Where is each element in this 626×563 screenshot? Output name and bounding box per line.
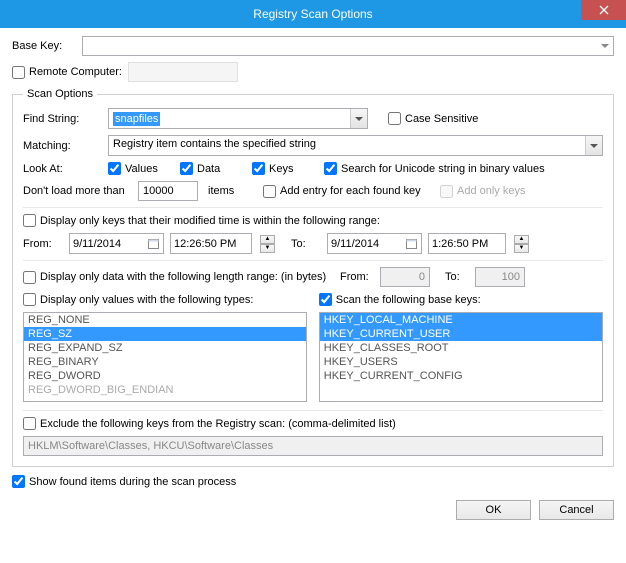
from-time-picker[interactable]: 12:26:50 PM	[170, 233, 252, 254]
values-checkbox[interactable]	[108, 162, 121, 175]
calendar-icon[interactable]	[146, 237, 160, 251]
list-item[interactable]: REG_SZ	[24, 327, 306, 341]
close-icon	[599, 5, 609, 15]
look-at-label: Look At:	[23, 163, 108, 175]
from-time-spinner[interactable]: ▲▼	[260, 235, 275, 253]
to-time-spinner[interactable]: ▲▼	[514, 235, 529, 253]
base-key-combo[interactable]	[82, 36, 614, 56]
scan-options-legend: Scan Options	[23, 88, 97, 100]
scan-options-group: Scan Options Find String: snapfiles Case…	[12, 88, 614, 467]
exclude-keys-field[interactable]	[23, 436, 603, 456]
unicode-checkbox[interactable]	[324, 162, 337, 175]
to-time-picker[interactable]: 1:26:50 PM	[428, 233, 506, 254]
value-types-label: Display only values with the following t…	[40, 294, 253, 306]
list-item[interactable]: HKEY_CLASSES_ROOT	[320, 341, 602, 355]
remote-computer-checkbox[interactable]	[12, 66, 25, 79]
value-types-checkbox[interactable]	[23, 293, 36, 306]
list-item[interactable]: REG_DWORD_BIG_ENDIAN	[24, 383, 306, 397]
matching-label: Matching:	[23, 140, 108, 152]
list-item[interactable]: HKEY_LOCAL_MACHINE	[320, 313, 602, 327]
values-label: Values	[125, 163, 180, 175]
length-from-label: From:	[340, 271, 380, 283]
base-keys-listbox[interactable]: HKEY_LOCAL_MACHINEHKEY_CURRENT_USERHKEY_…	[319, 312, 603, 402]
data-checkbox[interactable]	[180, 162, 193, 175]
chevron-down-icon[interactable]	[350, 109, 367, 128]
list-item[interactable]: REG_EXPAND_SZ	[24, 341, 306, 355]
length-range-checkbox[interactable]	[23, 271, 36, 284]
dont-load-unit: items	[208, 185, 263, 197]
base-keys-checkbox[interactable]	[319, 293, 332, 306]
exclude-keys-label: Exclude the following keys from the Regi…	[40, 418, 396, 430]
remote-computer-label: Remote Computer:	[29, 66, 122, 78]
list-item[interactable]: HKEY_CURRENT_CONFIG	[320, 369, 602, 383]
from-date-value: 9/11/2014	[73, 238, 121, 250]
to-date-value: 9/11/2014	[331, 238, 379, 250]
value-types-listbox[interactable]: REG_NONEREG_SZREG_EXPAND_SZREG_BINARYREG…	[23, 312, 307, 402]
from-time-value: 12:26:50 PM	[174, 238, 236, 250]
case-sensitive-checkbox[interactable]	[388, 112, 401, 125]
add-entry-label: Add entry for each found key	[280, 185, 440, 197]
close-button[interactable]	[581, 0, 626, 20]
modified-range-label: Display only keys that their modified ti…	[40, 215, 380, 227]
show-found-label: Show found items during the scan process	[29, 476, 236, 488]
length-to-field[interactable]	[475, 267, 525, 287]
length-to-label: To:	[445, 271, 475, 283]
find-string-combo[interactable]: snapfiles	[108, 108, 368, 129]
exclude-keys-checkbox[interactable]	[23, 417, 36, 430]
add-entry-checkbox[interactable]	[263, 185, 276, 198]
keys-label: Keys	[269, 163, 324, 175]
cancel-button[interactable]: Cancel	[539, 500, 614, 520]
dont-load-label: Don't load more than	[23, 185, 138, 197]
unicode-label: Search for Unicode string in binary valu…	[341, 163, 545, 175]
length-from-field[interactable]	[380, 267, 430, 287]
to-time-value: 1:26:50 PM	[432, 238, 488, 250]
calendar-icon[interactable]	[404, 237, 418, 251]
to-date-label: To:	[291, 238, 321, 250]
matching-combo[interactable]: Registry item contains the specified str…	[108, 135, 603, 156]
window-title: Registry Scan Options	[253, 7, 372, 21]
find-string-label: Find String:	[23, 113, 108, 125]
base-keys-label: Scan the following base keys:	[336, 294, 481, 306]
base-key-label: Base Key:	[12, 40, 82, 52]
show-found-checkbox[interactable]	[12, 475, 25, 488]
to-date-picker[interactable]: 9/11/2014	[327, 233, 422, 254]
from-date-picker[interactable]: 9/11/2014	[69, 233, 164, 254]
case-sensitive-label: Case Sensitive	[405, 113, 478, 125]
list-item[interactable]: REG_DWORD	[24, 369, 306, 383]
list-item[interactable]: REG_BINARY	[24, 355, 306, 369]
add-only-keys-checkbox	[440, 185, 453, 198]
data-label: Data	[197, 163, 252, 175]
from-date-label: From:	[23, 238, 63, 250]
list-item[interactable]: HKEY_CURRENT_USER	[320, 327, 602, 341]
ok-button[interactable]: OK	[456, 500, 531, 520]
list-item[interactable]: REG_NONE	[24, 313, 306, 327]
list-item[interactable]: HKEY_USERS	[320, 355, 602, 369]
keys-checkbox[interactable]	[252, 162, 265, 175]
dont-load-field[interactable]	[138, 181, 198, 201]
remote-computer-field	[128, 62, 238, 82]
length-range-label: Display only data with the following len…	[40, 271, 340, 283]
matching-value: Registry item contains the specified str…	[113, 138, 316, 150]
titlebar[interactable]: Registry Scan Options	[0, 0, 626, 28]
chevron-down-icon[interactable]	[585, 136, 602, 155]
modified-range-checkbox[interactable]	[23, 214, 36, 227]
add-only-keys-label: Add only keys	[457, 185, 525, 197]
find-string-value: snapfiles	[113, 112, 160, 126]
